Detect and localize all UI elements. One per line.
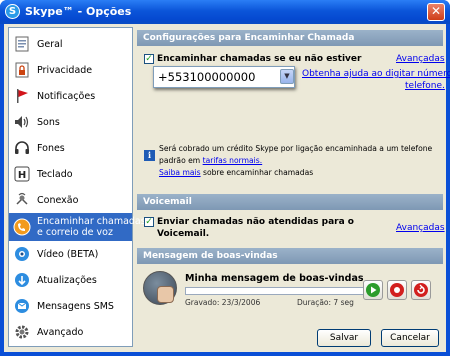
skype-logo-icon: S (5, 4, 20, 19)
phone-number-combobox[interactable]: +553100000000 (153, 66, 295, 88)
sidebar-item-video[interactable]: Vídeo (BETA) (9, 241, 132, 267)
sidebar-item-geral[interactable]: Geral (9, 31, 132, 57)
record-button[interactable] (387, 280, 407, 300)
sidebar-item-fones[interactable]: Fones (9, 135, 132, 161)
greeting-recorded-date: Gravado: 23/3/2006 (185, 298, 261, 307)
sidebar-item-label: Geral (37, 38, 63, 50)
greeting-title: Minha mensagem de boas-vindas (185, 273, 364, 284)
sidebar-item-conexao[interactable]: Conexão (9, 187, 132, 213)
voicemail-checkbox[interactable]: ✓ (144, 217, 154, 227)
sidebar-item-label: Sons (37, 116, 60, 128)
sidebar-item-label-line2: e correio de voz (37, 227, 113, 238)
sidebar-item-label: Encaminhar chamadas (37, 216, 146, 227)
keyboard-icon: H (13, 165, 31, 183)
save-button[interactable]: Salvar (317, 329, 371, 347)
greeting-duration: Duração: 7 seg (297, 298, 354, 307)
help-link-line2[interactable]: telefone. (405, 81, 445, 91)
sidebar-item-sons[interactable]: Sons (9, 109, 132, 135)
forwarding-advanced-link[interactable]: Avançadas (396, 54, 445, 64)
connection-icon (13, 191, 31, 209)
privacy-icon (13, 61, 31, 79)
learn-more-link[interactable]: Saiba mais (159, 168, 201, 177)
sidebar-item-label: Conexão (37, 194, 79, 206)
svg-text:H: H (18, 170, 26, 181)
options-window: S Skype™ - Opções ✕ Geral Privacidade No… (0, 0, 450, 356)
sidebar-item-label: Notificações (37, 90, 96, 102)
forwarding-info-line3: Saiba mais sobre encaminhar chamadas (159, 168, 313, 177)
headset-icon (13, 139, 31, 157)
video-icon (13, 245, 31, 263)
options-sidebar: Geral Privacidade Notificações Sons Fone… (8, 27, 146, 347)
forward-calls-checkbox[interactable]: ✓ (144, 54, 154, 64)
general-icon (13, 35, 31, 53)
gear-icon (13, 323, 31, 341)
avatar-face (157, 286, 174, 303)
record-icon (390, 283, 404, 297)
reset-icon (414, 283, 428, 297)
reset-greeting-button[interactable] (411, 280, 431, 300)
info-prefix: padrão em (159, 156, 203, 165)
sidebar-item-label: Atualizações (37, 274, 97, 286)
tariffs-link[interactable]: tarifas normais. (203, 156, 263, 165)
sidebar-item-notificacoes[interactable]: Notificações (9, 83, 132, 109)
title-bar: S Skype™ - Opções ✕ (0, 0, 450, 24)
info-suffix: sobre encaminhar chamadas (200, 168, 314, 177)
greeting-section-header: Mensagem de boas-vindas (137, 248, 443, 264)
call-forward-icon (13, 218, 31, 236)
forwarding-info-line1: Será cobrado um crédito Skype por ligaçã… (159, 144, 433, 153)
sound-icon (13, 113, 31, 131)
sidebar-item-label: Fones (37, 142, 65, 154)
greeting-progress-bar (185, 287, 365, 295)
close-button[interactable]: ✕ (427, 3, 445, 21)
forward-calls-label: Encaminhar chamadas se eu não estiver (157, 54, 362, 64)
voicemail-label-line1: Enviar chamadas não atendidas para o (157, 217, 354, 227)
play-icon (366, 283, 380, 297)
phone-number-value: +553100000000 (158, 70, 256, 84)
dialog-client: Geral Privacidade Notificações Sons Fone… (4, 24, 450, 352)
voicemail-avatar (143, 271, 177, 305)
sidebar-item-privacidade[interactable]: Privacidade (9, 57, 132, 83)
voicemail-advanced-link[interactable]: Avançadas (396, 223, 445, 233)
sidebar-item-label: Avançado (37, 326, 84, 338)
sidebar-item-encaminhar[interactable]: Encaminhar chamadas e correio de voz (9, 213, 146, 241)
sidebar-item-atualizacoes[interactable]: Atualizações (9, 267, 132, 293)
window-title: Skype™ - Opções (25, 5, 132, 18)
notifications-icon (13, 87, 31, 105)
sidebar-item-avancado[interactable]: Avançado (9, 319, 132, 345)
sidebar-item-label: Privacidade (37, 64, 93, 76)
sidebar-item-label: Mensagens SMS (37, 300, 114, 312)
info-icon: i (144, 150, 155, 161)
voicemail-label-line2: Voicemail. (157, 229, 210, 239)
sms-icon (13, 297, 31, 315)
forwarding-info-line2: padrão em tarifas normais. (159, 156, 262, 165)
updates-icon (13, 271, 31, 289)
help-link-line1[interactable]: Obtenha ajuda ao digitar números de (302, 69, 450, 79)
phone-dropdown-arrow[interactable]: ▼ (280, 69, 294, 84)
sidebar-item-label: Vídeo (BETA) (37, 248, 99, 260)
play-button[interactable] (363, 280, 383, 300)
voicemail-section-header: Voicemail (137, 194, 443, 210)
sidebar-item-label: Teclado (37, 168, 73, 180)
cancel-button[interactable]: Cancelar (381, 329, 439, 347)
sidebar-item-teclado[interactable]: H Teclado (9, 161, 132, 187)
sidebar-item-label-block: Encaminhar chamadas e correio de voz (37, 216, 146, 238)
settings-panel: Configurações para Encaminhar Chamada ✓ … (137, 27, 450, 317)
sidebar-item-sms[interactable]: Mensagens SMS (9, 293, 132, 319)
forwarding-section-header: Configurações para Encaminhar Chamada (137, 30, 443, 46)
